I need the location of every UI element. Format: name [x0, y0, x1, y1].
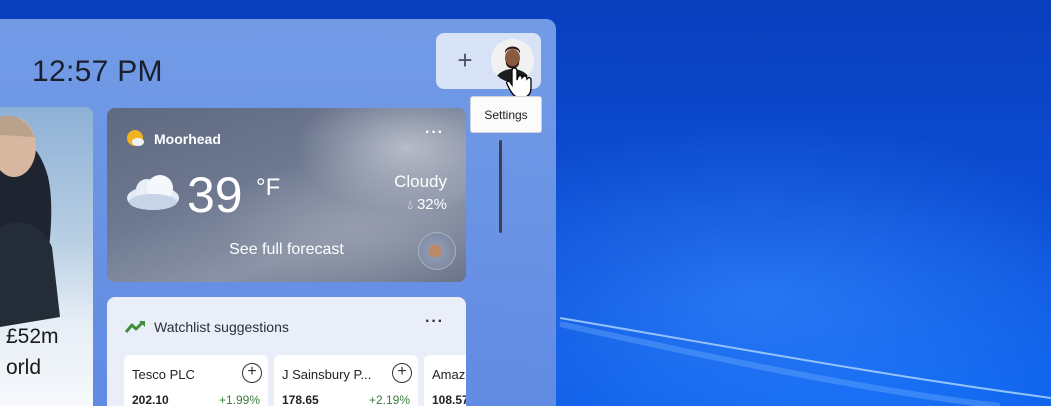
weather-card[interactable]: Moorhead ··· 39 °F Cloudy 💧︎ 32% See ful… [107, 108, 466, 282]
stock-name: Amaz [432, 367, 466, 382]
stock-change: +2.19% [368, 393, 410, 406]
partly-sunny-icon [127, 130, 144, 146]
weather-temperature: 39 [187, 167, 243, 223]
raindrop-icon: 💧︎ [407, 197, 413, 212]
clock-time: 12:57 PM [32, 55, 163, 88]
add-widget-button[interactable]: + [446, 45, 484, 77]
stock-price: 178.65 [282, 393, 319, 406]
hand-cursor-icon [506, 67, 532, 99]
stock-name: Tesco PLC [132, 367, 195, 382]
stock-name: J Sainsbury P... [282, 367, 372, 382]
watchlist-more-button[interactable]: ··· [425, 313, 444, 331]
weather-location: Moorhead [154, 131, 221, 147]
stock-card-amazon[interactable]: Amaz 108.57 [424, 355, 466, 406]
cloud-icon [127, 175, 179, 210]
news-headline-line2: orld [6, 356, 42, 379]
panel-scrollbar[interactable] [499, 140, 502, 233]
weather-unit: °F [256, 174, 281, 201]
stock-price: 108.57 [432, 393, 466, 406]
stock-card-tesco[interactable]: Tesco PLC + 202.10 +1.99% [124, 355, 268, 406]
add-stock-button[interactable]: + [392, 363, 412, 383]
watchlist-card: Watchlist suggestions ··· Tesco PLC + 20… [107, 297, 466, 406]
weather-more-button[interactable]: ··· [425, 124, 444, 142]
weather-precipitation-value: 32% [416, 196, 447, 213]
trending-up-icon [125, 320, 145, 333]
news-headline: £52m orld [6, 321, 59, 383]
see-full-forecast-link[interactable]: See full forecast [107, 241, 466, 259]
weather-precipitation: 💧︎ 32% [408, 196, 447, 213]
stock-change: +1.99% [218, 393, 260, 406]
stock-card-sainsbury[interactable]: J Sainsbury P... + 178.65 +2.19% [274, 355, 418, 406]
weather-map-thumbnail[interactable] [418, 232, 456, 270]
stock-price: 202.10 [132, 393, 169, 406]
news-card[interactable]: £52m orld [0, 107, 93, 406]
watchlist-title: Watchlist suggestions [154, 319, 289, 335]
settings-tooltip: Settings [470, 96, 542, 133]
weather-condition: Cloudy [394, 172, 447, 191]
add-stock-button[interactable]: + [242, 363, 262, 383]
news-headline-line1: £52m [6, 325, 59, 348]
